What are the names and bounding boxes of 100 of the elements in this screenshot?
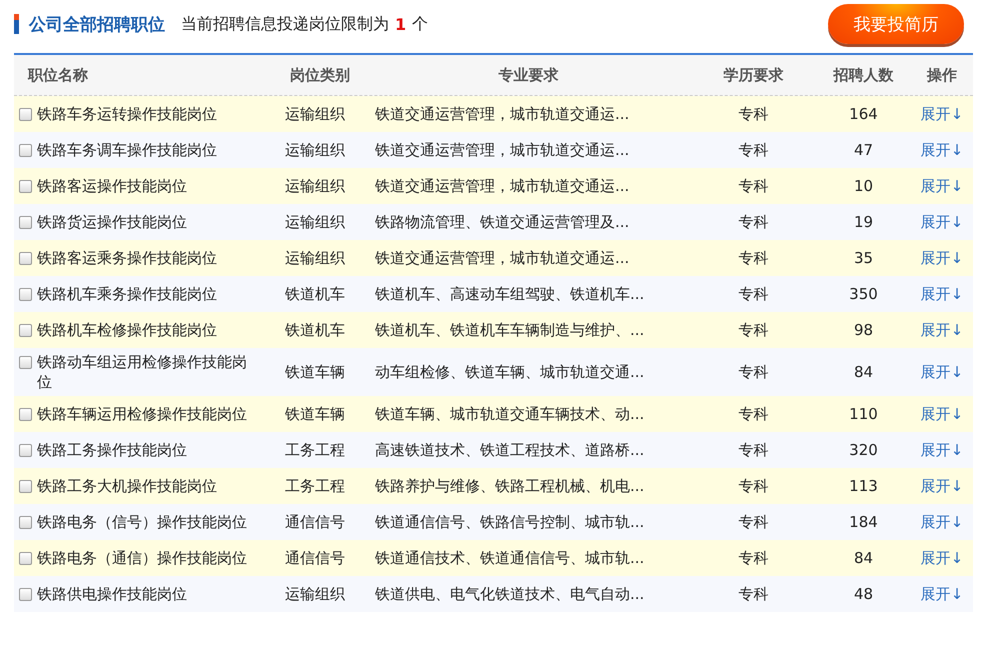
checkbox[interactable] xyxy=(19,408,32,421)
table-cell-text: 铁道交通运营管理，城市轨道交通运... xyxy=(374,140,630,160)
table-cell: 专科 xyxy=(738,404,768,424)
expand-link[interactable]: 展开↓ xyxy=(920,248,964,268)
section-title: 公司全部招聘职位 xyxy=(29,14,165,36)
table-cell-text: 铁道交通运营管理，城市轨道交通运... xyxy=(374,104,630,124)
checkbox[interactable] xyxy=(19,252,32,265)
table-cell: 35 xyxy=(854,249,874,267)
table-cell: 184 xyxy=(849,513,878,531)
table-cell-text: 铁道机车 xyxy=(284,284,345,304)
title-marker xyxy=(14,14,19,34)
table-cell: 专科 xyxy=(738,140,768,160)
checkbox[interactable] xyxy=(19,180,32,193)
expand-link[interactable]: 展开↓ xyxy=(920,176,964,196)
expand-link[interactable]: 展开↓ xyxy=(920,404,964,424)
checkbox[interactable] xyxy=(19,444,32,457)
checkbox[interactable] xyxy=(19,144,32,157)
job-title: 铁路工务操作技能岗位 xyxy=(37,440,187,460)
table-cell: 专科 xyxy=(738,320,768,340)
expand-link[interactable]: 展开↓ xyxy=(920,440,964,460)
table-cell: 专科 xyxy=(738,362,768,382)
table-cell-text: 铁路物流管理、铁道交通运营管理及... xyxy=(374,212,630,232)
table-cell: 专科 xyxy=(738,284,768,304)
checkbox[interactable] xyxy=(19,516,32,529)
table-cell-text: 通信信号 xyxy=(284,548,345,568)
table-cell-text: 运输组织 xyxy=(284,176,345,196)
table-cell: 320 xyxy=(849,441,878,459)
table-cell: 专科 xyxy=(738,512,768,532)
table-cell-text: 铁道车辆、城市轨道交通车辆技术、动... xyxy=(374,404,644,424)
table-cell: 专科 xyxy=(738,440,768,460)
job-title: 铁路车务运转操作技能岗位 xyxy=(37,104,217,124)
checkbox[interactable] xyxy=(19,356,32,369)
table-cell-text: 通信信号 xyxy=(284,512,345,532)
table-cell-text: 运输组织 xyxy=(284,212,345,232)
table-cell-text: 运输组织 xyxy=(284,584,345,604)
job-title: 铁路货运操作技能岗位 xyxy=(37,212,187,232)
job-title: 铁路客运操作技能岗位 xyxy=(37,176,187,196)
notice-unit: 个 xyxy=(412,14,428,34)
job-title: 铁路车辆运用检修操作技能岗位 xyxy=(37,404,247,424)
table-cell-text: 运输组织 xyxy=(284,104,345,124)
column-header: 职位名称 xyxy=(26,66,88,84)
expand-link[interactable]: 展开↓ xyxy=(920,476,964,496)
column-header: 岗位类别 xyxy=(289,66,350,84)
checkbox[interactable] xyxy=(19,216,32,229)
expand-link[interactable]: 展开↓ xyxy=(920,512,964,532)
table-cell: 10 xyxy=(854,177,874,195)
table-cell: 84 xyxy=(854,549,874,567)
notice-text: 当前招聘信息投递岗位限制为 xyxy=(181,14,389,34)
checkbox[interactable] xyxy=(19,324,32,337)
table-cell-text: 铁道车辆 xyxy=(284,362,345,382)
table-cell-text: 铁路养护与维修、铁路工程机械、机电... xyxy=(374,476,644,496)
table-cell: 专科 xyxy=(738,176,768,196)
table-cell-text: 高速铁道技术、铁道工程技术、道路桥... xyxy=(374,440,644,460)
table-cell-text: 铁道车辆 xyxy=(284,404,345,424)
limit-number: 1 xyxy=(395,14,406,34)
expand-link[interactable]: 展开↓ xyxy=(920,284,964,304)
apply-button[interactable]: 我要投简历 xyxy=(828,4,964,44)
job-title: 铁路电务（通信）操作技能岗位 xyxy=(37,548,247,568)
table-cell: 专科 xyxy=(738,248,768,268)
expand-link[interactable]: 展开↓ xyxy=(920,584,964,604)
checkbox[interactable] xyxy=(19,552,32,565)
table-cell: 98 xyxy=(854,321,874,339)
table-cell: 110 xyxy=(849,405,878,423)
expand-link[interactable]: 展开↓ xyxy=(920,104,964,124)
column-header: 专业要求 xyxy=(498,66,558,84)
table-cell-text: 工务工程 xyxy=(284,476,345,496)
table-cell-text: 铁道机车 xyxy=(284,320,345,340)
job-title: 铁路动车组运用检修操作技能岗位 xyxy=(37,352,248,392)
table-cell-text: 铁道供电、电气化铁道技术、电气自动... xyxy=(374,584,644,604)
job-title: 铁路客运乘务操作技能岗位 xyxy=(37,248,217,268)
column-header: 招聘人数 xyxy=(834,66,894,84)
expand-link[interactable]: 展开↓ xyxy=(920,362,964,382)
table-cell: 专科 xyxy=(738,476,768,496)
expand-link[interactable]: 展开↓ xyxy=(920,548,964,568)
table-cell: 164 xyxy=(849,105,878,123)
job-title: 铁路机车乘务操作技能岗位 xyxy=(37,284,217,304)
checkbox[interactable] xyxy=(19,108,32,121)
table-cell: 专科 xyxy=(738,104,768,124)
table-cell: 84 xyxy=(854,363,874,381)
table-cell-text: 铁道通信技术、铁道通信信号、城市轨... xyxy=(374,548,644,568)
table-cell: 专科 xyxy=(738,584,768,604)
table-cell-text: 运输组织 xyxy=(284,140,345,160)
table-cell: 350 xyxy=(849,285,878,303)
job-title: 铁路工务大机操作技能岗位 xyxy=(37,476,217,496)
checkbox[interactable] xyxy=(19,288,32,301)
checkbox[interactable] xyxy=(19,480,32,493)
table-cell: 19 xyxy=(854,213,874,231)
expand-link[interactable]: 展开↓ xyxy=(920,212,964,232)
table-cell-text: 动车组检修、铁道车辆、城市轨道交通... xyxy=(374,362,644,382)
job-title: 铁路车务调车操作技能岗位 xyxy=(37,140,217,160)
expand-link[interactable]: 展开↓ xyxy=(920,140,964,160)
checkbox[interactable] xyxy=(19,588,32,601)
job-title: 铁路电务（信号）操作技能岗位 xyxy=(37,512,247,532)
table-cell-text: 运输组织 xyxy=(284,248,345,268)
table-cell: 47 xyxy=(854,141,874,159)
table-cell-text: 铁道机车、铁道机车车辆制造与维护、... xyxy=(374,320,644,340)
table-cell-text: 铁道交通运营管理，城市轨道交通运... xyxy=(374,248,630,268)
expand-link[interactable]: 展开↓ xyxy=(920,320,964,340)
job-title: 铁路机车检修操作技能岗位 xyxy=(37,320,217,340)
table-cell: 专科 xyxy=(738,212,768,232)
